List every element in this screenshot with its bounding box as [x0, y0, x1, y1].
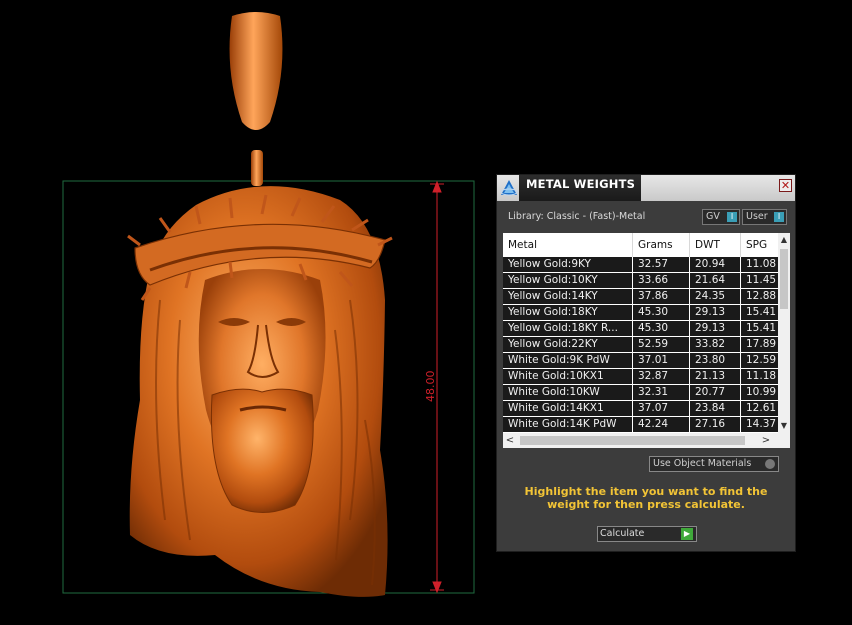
table-row[interactable]: Yellow Gold:14KY 37.86 24.35 12.88: [503, 289, 778, 305]
grams-cell: 32.31: [633, 385, 690, 400]
user-toggle-indicator: I: [774, 212, 784, 222]
pendant-bail: [229, 12, 283, 130]
spg-cell: 12.61: [746, 402, 777, 414]
dwt-cell: 23.84: [690, 401, 741, 416]
dwt-cell: 23.80: [690, 353, 741, 368]
metal-cell: Yellow Gold:22KY: [503, 337, 633, 352]
column-header-spg[interactable]: SPG: [741, 233, 778, 257]
column-header-grams[interactable]: Grams: [633, 233, 690, 257]
spg-cell: 11.18: [746, 370, 777, 382]
dwt-cell: 24.35: [690, 289, 741, 304]
user-toggle-label: User: [746, 211, 768, 222]
scroll-left-icon[interactable]: <: [503, 433, 517, 448]
spg-cell: 11.45: [746, 274, 777, 286]
play-icon: ▶: [681, 528, 693, 540]
spg-cell: 10.99: [746, 386, 777, 398]
gv-toggle[interactable]: GV I: [702, 209, 740, 225]
spg-cell: 14.37: [746, 418, 777, 430]
metal-cell: White Gold:10KW: [503, 385, 633, 400]
spg-cell: 15.41: [746, 322, 777, 334]
table-row[interactable]: Yellow Gold:22KY 52.59 33.82 17.89: [503, 337, 778, 353]
table-row[interactable]: Yellow Gold:18KY R... 45.30 29.13 15.41: [503, 321, 778, 337]
metal-cell: White Gold:14KX1: [503, 401, 633, 416]
grams-cell: 37.07: [633, 401, 690, 416]
metal-cell: White Gold:9K PdW: [503, 353, 633, 368]
pendant-loop: [251, 150, 263, 186]
radio-indicator-icon: [765, 459, 775, 469]
metal-cell: Yellow Gold:14KY: [503, 289, 633, 304]
table-row[interactable]: White Gold:9K PdW 37.01 23.80 12.59: [503, 353, 778, 369]
table-header: Metal Grams DWT SPG: [503, 233, 778, 257]
column-header-dwt[interactable]: DWT: [690, 233, 741, 257]
metal-cell: Yellow Gold:10KY: [503, 273, 633, 288]
grams-cell: 52.59: [633, 337, 690, 352]
vertical-scroll-thumb[interactable]: [780, 249, 788, 309]
dwt-cell: 20.94: [690, 257, 741, 272]
table-row[interactable]: White Gold:10KX1 32.87 21.13 11.18: [503, 369, 778, 385]
spg-cell: 17.89: [746, 338, 777, 350]
grams-cell: 45.30: [633, 321, 690, 336]
metal-cell: White Gold:14K PdW: [503, 417, 633, 432]
dwt-cell: 33.82: [690, 337, 741, 352]
table-row[interactable]: Yellow Gold:9KY 32.57 20.94 11.08: [503, 257, 778, 273]
grams-cell: 32.57: [633, 257, 690, 272]
grams-cell: 32.87: [633, 369, 690, 384]
close-button[interactable]: ✕: [779, 179, 792, 192]
spg-cell: 11.08: [746, 258, 777, 270]
dwt-cell: 21.13: [690, 369, 741, 384]
metal-weights-panel: METAL WEIGHTS ✕ Library: Classic - (Fast…: [496, 174, 796, 552]
gv-toggle-label: GV: [706, 211, 720, 222]
dwt-cell: 27.16: [690, 417, 741, 432]
use-object-materials-label: Use Object Materials: [653, 458, 752, 469]
table-row[interactable]: White Gold:14K PdW 42.24 27.16 14.37: [503, 417, 778, 433]
scroll-up-icon[interactable]: ▲: [778, 233, 790, 247]
library-label: Library: Classic - (Fast)-Metal: [508, 211, 646, 222]
calculate-label: Calculate: [600, 528, 645, 539]
metal-table: Metal Grams DWT SPG Yellow Gold:9KY 32.57…: [503, 233, 790, 448]
metal-cell: Yellow Gold:18KY R...: [503, 321, 633, 336]
dwt-cell: 29.13: [690, 305, 741, 320]
grams-cell: 33.66: [633, 273, 690, 288]
instruction-message: Highlight the item you want to find the …: [524, 485, 768, 511]
calculate-button[interactable]: Calculate ▶: [597, 526, 697, 542]
dimension-label: 48.00: [424, 371, 437, 403]
use-object-materials-toggle[interactable]: Use Object Materials: [649, 456, 779, 472]
scroll-right-icon[interactable]: >: [759, 433, 773, 448]
grams-cell: 42.24: [633, 417, 690, 432]
horizontal-scrollbar[interactable]: < >: [503, 433, 790, 448]
dwt-cell: 20.77: [690, 385, 741, 400]
spg-cell: 12.59: [746, 354, 777, 366]
metal-cell: Yellow Gold:9KY: [503, 257, 633, 272]
panel-title: METAL WEIGHTS: [526, 177, 636, 191]
column-header-metal[interactable]: Metal: [503, 233, 633, 257]
spg-cell: 15.41: [746, 306, 777, 318]
spg-cell: 12.88: [746, 290, 777, 302]
grams-cell: 37.01: [633, 353, 690, 368]
table-row[interactable]: Yellow Gold:18KY 45.30 29.13 15.41: [503, 305, 778, 321]
scroll-down-icon[interactable]: ▼: [778, 419, 790, 433]
gv-toggle-indicator: I: [727, 212, 737, 222]
user-toggle[interactable]: User I: [742, 209, 787, 225]
metal-cell: Yellow Gold:18KY: [503, 305, 633, 320]
panel-titlebar[interactable]: METAL WEIGHTS ✕: [497, 175, 795, 201]
table-row[interactable]: White Gold:10KW 32.31 20.77 10.99: [503, 385, 778, 401]
vertical-scrollbar[interactable]: ▲ ▼: [778, 233, 790, 433]
grams-cell: 37.86: [633, 289, 690, 304]
horizontal-scroll-thumb[interactable]: [520, 436, 745, 445]
table-body: Yellow Gold:9KY 32.57 20.94 11.08 Yellow Gol…: [503, 257, 778, 433]
metal-cell: White Gold:10KX1: [503, 369, 633, 384]
grams-cell: 45.30: [633, 305, 690, 320]
dwt-cell: 29.13: [690, 321, 741, 336]
dwt-cell: 21.64: [690, 273, 741, 288]
app-logo-icon: [500, 180, 518, 196]
table-row[interactable]: White Gold:14KX1 37.07 23.84 12.61: [503, 401, 778, 417]
table-row[interactable]: Yellow Gold:10KY 33.66 21.64 11.45: [503, 273, 778, 289]
